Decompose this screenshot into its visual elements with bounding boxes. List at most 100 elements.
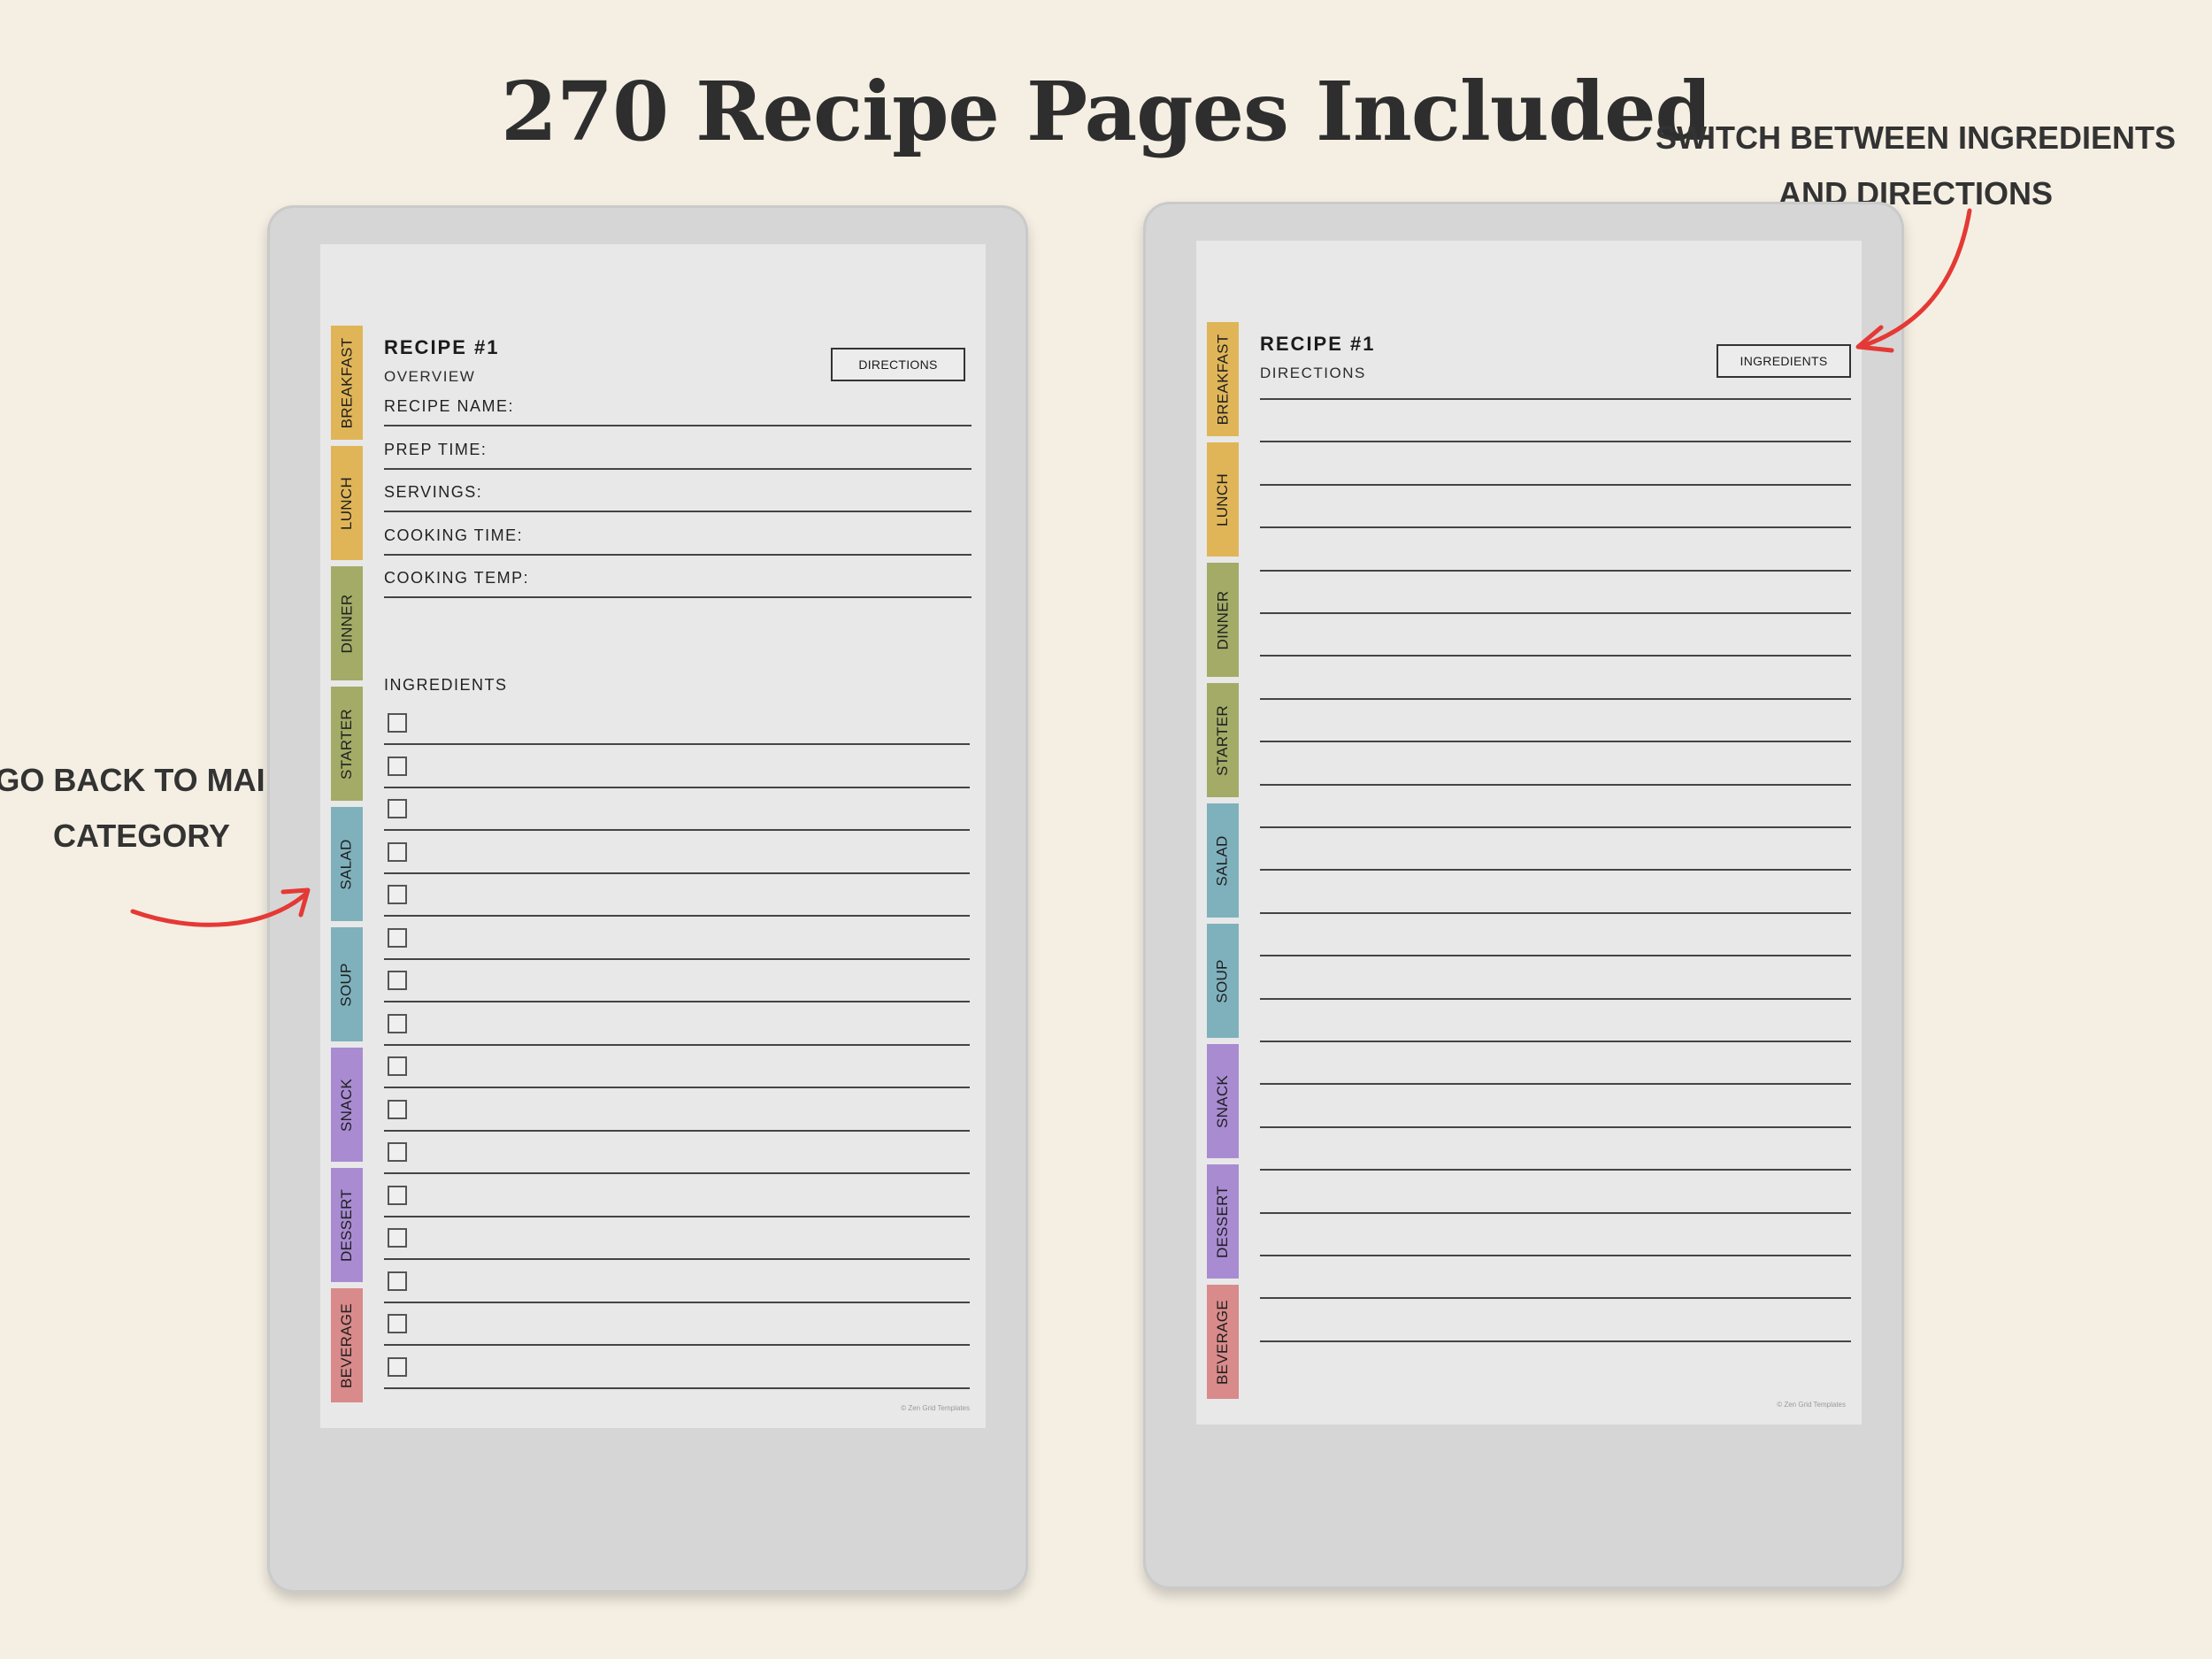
direction-line[interactable]: [1260, 957, 1851, 1000]
direction-line[interactable]: [1260, 1086, 1851, 1128]
direction-line[interactable]: [1260, 914, 1851, 957]
ingredient-row[interactable]: [384, 1089, 970, 1132]
direction-line[interactable]: [1260, 1128, 1851, 1171]
annotation-back-line-2: CATEGORY: [52, 818, 230, 854]
overview-field[interactable]: COOKING TEMP:: [384, 556, 972, 598]
ingredient-row[interactable]: [384, 1217, 970, 1260]
direction-line[interactable]: [1260, 786, 1851, 828]
ingredient-checkbox[interactable]: [388, 841, 407, 862]
tab-salad[interactable]: SALAD: [1207, 803, 1239, 918]
tab-label: SOUP: [338, 962, 356, 1007]
recipe-title: RECIPE #1: [1260, 333, 1376, 355]
tab-beverage[interactable]: BEVERAGE: [331, 1288, 363, 1402]
tab-label: BEVERAGE: [338, 1302, 355, 1388]
tab-dinner[interactable]: DINNER: [331, 566, 363, 680]
ingredient-checkbox[interactable]: [388, 799, 407, 818]
direction-line[interactable]: [1260, 572, 1851, 614]
direction-line[interactable]: [1260, 743, 1851, 786]
direction-line[interactable]: [1260, 1042, 1851, 1086]
category-tabs: BREAKFAST LUNCH DINNER STARTER SALAD SOUP SNAC…: [1207, 322, 1239, 1399]
tab-label: DINNER: [1214, 590, 1232, 649]
ingredient-checkbox[interactable]: [388, 1142, 407, 1162]
tab-dessert[interactable]: DESSERT: [331, 1168, 363, 1282]
direction-line[interactable]: [1260, 614, 1851, 657]
tab-lunch[interactable]: LUNCH: [331, 446, 363, 560]
direction-line[interactable]: [1260, 1171, 1851, 1214]
tab-dessert[interactable]: DESSERT: [1207, 1164, 1239, 1279]
ingredient-checkbox[interactable]: [388, 927, 407, 948]
direction-line[interactable]: [1260, 1214, 1851, 1256]
direction-line[interactable]: [1260, 1300, 1851, 1342]
direction-line[interactable]: [1260, 529, 1851, 572]
ingredient-row[interactable]: [384, 1303, 970, 1346]
ingredients-label: INGREDIENTS: [384, 676, 508, 694]
direction-line[interactable]: [1260, 357, 1851, 400]
field-label: COOKING TIME:: [384, 526, 524, 544]
ingredient-checkbox[interactable]: [388, 885, 407, 904]
tab-snack[interactable]: SNACK: [331, 1048, 363, 1162]
tab-label: LUNCH: [338, 476, 355, 530]
ingredient-row[interactable]: [384, 703, 970, 745]
recipe-subtitle: OVERVIEW: [384, 368, 476, 385]
tab-label: STARTER: [338, 708, 355, 780]
ingredient-checkbox[interactable]: [388, 971, 407, 990]
category-tabs: BREAKFAST LUNCH DINNER STARTER SALAD SOUP SNAC…: [331, 326, 363, 1402]
ingredient-checkbox[interactable]: [388, 1271, 407, 1291]
ingredient-row[interactable]: [384, 746, 970, 788]
field-label: SERVINGS:: [384, 483, 483, 501]
tab-soup[interactable]: SOUP: [331, 927, 363, 1041]
tab-beverage[interactable]: BEVERAGE: [1207, 1285, 1239, 1399]
direction-line[interactable]: [1260, 400, 1851, 443]
ingredient-row[interactable]: [384, 1347, 970, 1389]
ingredient-row[interactable]: [384, 832, 970, 874]
direction-line[interactable]: [1260, 828, 1851, 872]
overview-field[interactable]: SERVINGS:: [384, 470, 972, 512]
direction-line[interactable]: [1260, 1000, 1851, 1042]
direction-line[interactable]: [1260, 443, 1851, 486]
direction-line[interactable]: [1260, 657, 1851, 700]
tab-snack[interactable]: SNACK: [1207, 1044, 1239, 1158]
ingredient-row[interactable]: [384, 1132, 970, 1174]
ingredient-checkbox[interactable]: [388, 1056, 407, 1076]
ingredient-row[interactable]: [384, 960, 970, 1002]
ingredient-checkbox[interactable]: [388, 1185, 407, 1205]
ingredient-row[interactable]: [384, 788, 970, 831]
tab-salad[interactable]: SALAD: [331, 807, 363, 921]
ingredient-checkbox[interactable]: [388, 1228, 407, 1248]
annotation-back-line-1: GO BACK TO MAIN: [0, 762, 288, 798]
tablet-device-right: BREAKFAST LUNCH DINNER STARTER SALAD SOUP SNAC…: [1143, 202, 1904, 1589]
ingredient-checkbox[interactable]: [388, 1099, 407, 1119]
ingredient-row[interactable]: [384, 1261, 970, 1303]
overview-field[interactable]: PREP TIME:: [384, 427, 972, 470]
ingredient-row[interactable]: [384, 1175, 970, 1217]
ingredient-checkbox[interactable]: [388, 1314, 407, 1333]
recipe-overview-page: BREAKFAST LUNCH DINNER STARTER SALAD SOUP SNAC…: [320, 244, 986, 1428]
tab-lunch[interactable]: LUNCH: [1207, 442, 1239, 557]
annotation-back: GO BACK TO MAIN CATEGORY: [0, 752, 292, 864]
tab-dinner[interactable]: DINNER: [1207, 563, 1239, 677]
ingredient-checkbox[interactable]: [388, 756, 407, 776]
tab-label: DESSERT: [1214, 1185, 1231, 1258]
tab-breakfast[interactable]: BREAKFAST: [1207, 322, 1239, 436]
ingredient-checkbox[interactable]: [388, 713, 407, 733]
ingredient-row[interactable]: [384, 874, 970, 917]
annotation-switch-line-1: SWITCH BETWEEN INGREDIENTS: [1655, 119, 2176, 156]
direction-line[interactable]: [1260, 1256, 1851, 1300]
field-label: RECIPE NAME:: [384, 397, 515, 415]
direction-line[interactable]: [1260, 700, 1851, 743]
tab-breakfast[interactable]: BREAKFAST: [331, 326, 363, 440]
direction-line[interactable]: [1260, 486, 1851, 529]
ingredient-checkbox[interactable]: [388, 1356, 407, 1377]
tab-label: BREAKFAST: [1214, 334, 1231, 425]
tab-starter[interactable]: STARTER: [1207, 683, 1239, 797]
tab-soup[interactable]: SOUP: [1207, 924, 1239, 1038]
overview-field[interactable]: COOKING TIME:: [384, 513, 972, 556]
ingredient-row[interactable]: [384, 1003, 970, 1046]
directions-button[interactable]: DIRECTIONS: [831, 348, 965, 381]
tab-starter[interactable]: STARTER: [331, 687, 363, 801]
ingredient-checkbox[interactable]: [388, 1013, 407, 1033]
ingredient-row[interactable]: [384, 1046, 970, 1088]
ingredient-row[interactable]: [384, 918, 970, 960]
direction-line[interactable]: [1260, 872, 1851, 914]
overview-field[interactable]: RECIPE NAME:: [384, 384, 972, 426]
